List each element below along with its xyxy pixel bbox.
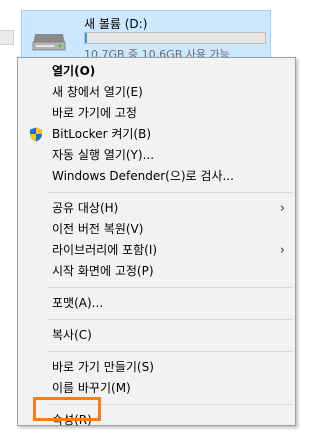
menu-item-label: 바로 가기에 고정 — [52, 106, 137, 120]
hard-drive-icon — [32, 34, 66, 51]
menu-item-label: 공유 대상(H) — [52, 201, 119, 215]
menu-item-label: 라이브러리에 포함(I) — [52, 243, 158, 257]
menu-item-3-0[interactable]: 복사(C) — [18, 325, 295, 346]
drive-name: 새 볼륨 (D:) — [84, 17, 148, 31]
menu-item-0-3[interactable]: BitLocker 켜기(B) — [18, 124, 295, 145]
menu-item-label: 이름 바꾸기(M) — [52, 381, 131, 395]
menu-item-label: 새 창에서 열기(E) — [52, 85, 143, 99]
navigation-expand-button[interactable] — [0, 30, 14, 45]
menu-item-1-2[interactable]: 라이브러리에 포함(I) › — [18, 240, 295, 261]
menu-item-1-0[interactable]: 공유 대상(H) › — [18, 198, 295, 219]
menu-item-2-0[interactable]: 포맷(A)... — [18, 293, 295, 314]
menu-item-0-5[interactable]: Windows Defender(으)로 검사... — [18, 166, 295, 187]
menu-item-0-0[interactable]: 열기(O) — [18, 61, 295, 82]
menu-item-1-1[interactable]: 이전 버전 복원(V) — [18, 219, 295, 240]
menu-separator — [48, 192, 293, 193]
drive-usage-bar — [84, 32, 266, 44]
menu-separator — [48, 351, 293, 352]
menu-separator — [48, 287, 293, 288]
menu-item-label: 복사(C) — [52, 328, 92, 342]
menu-item-4-0[interactable]: 바로 가기 만들기(S) — [18, 357, 295, 378]
drive-tile-d[interactable]: 새 볼륨 (D:) 10.7GB 중 10.6GB 사용 가능 — [21, 10, 271, 61]
drive-usage-fill — [85, 33, 87, 43]
menu-item-label: 열기(O) — [52, 64, 96, 78]
menu-item-label: 이전 버전 복원(V) — [52, 222, 144, 236]
menu-item-label: 포맷(A)... — [52, 296, 104, 310]
context-menu: 열기(O) 새 창에서 열기(E) 바로 가기에 고정 BitLocker 켜기(B)… — [17, 57, 296, 427]
shield-icon — [30, 127, 42, 142]
menu-item-label: Windows Defender(으)로 검사... — [52, 169, 234, 183]
chevron-right-icon: › — [279, 201, 285, 216]
menu-item-0-4[interactable]: 자동 실행 열기(Y)... — [18, 145, 295, 166]
menu-item-label: 자동 실행 열기(Y)... — [52, 148, 155, 162]
menu-item-1-3[interactable]: 시작 화면에 고정(P) — [18, 261, 295, 282]
menu-item-label: 시작 화면에 고정(P) — [52, 264, 154, 278]
menu-item-0-1[interactable]: 새 창에서 열기(E) — [18, 82, 295, 103]
menu-item-label: BitLocker 켜기(B) — [52, 127, 152, 141]
menu-item-0-2[interactable]: 바로 가기에 고정 — [18, 103, 295, 124]
menu-item-label: 바로 가기 만들기(S) — [52, 360, 154, 374]
menu-item-4-1[interactable]: 이름 바꾸기(M) — [18, 378, 295, 399]
chevron-right-icon: › — [279, 243, 285, 258]
menu-separator — [48, 319, 293, 320]
properties-highlight-box — [33, 397, 101, 421]
